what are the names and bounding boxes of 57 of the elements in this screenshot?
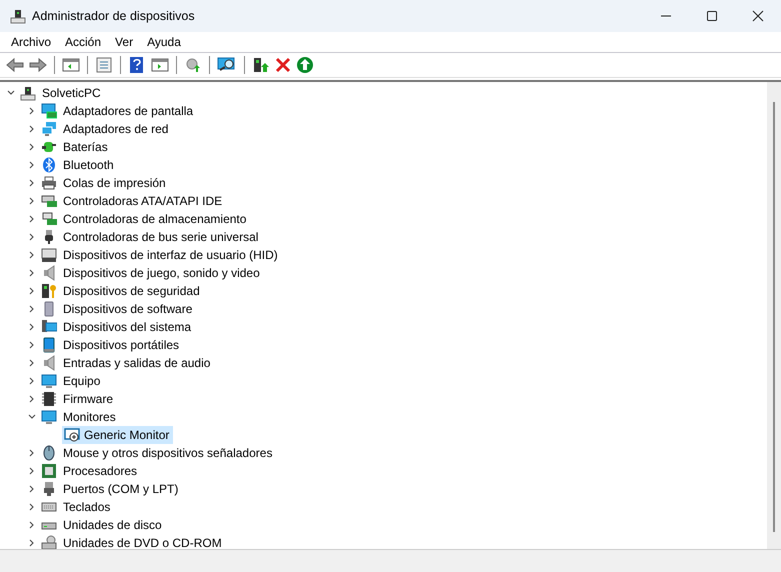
bluetooth-icon bbox=[41, 157, 57, 173]
tree-item[interactable]: SolveticPC bbox=[40, 85, 103, 101]
tree-item[interactable]: Controladoras ATA/ATAPI IDE bbox=[61, 193, 224, 209]
menu-item[interactable]: Ayuda bbox=[140, 32, 188, 52]
chip-icon bbox=[41, 463, 57, 479]
key-icon bbox=[41, 283, 57, 299]
tree-item[interactable]: Bluetooth bbox=[61, 157, 116, 173]
computer-icon bbox=[10, 8, 26, 24]
drive-icon bbox=[41, 535, 57, 549]
tree-item[interactable]: Equipo bbox=[61, 373, 102, 389]
close-icon bbox=[752, 10, 764, 22]
tree-item[interactable]: Dispositivos de interfaz de usuario (HID) bbox=[61, 247, 280, 263]
tree-item[interactable]: Controladoras de almacenamiento bbox=[61, 211, 248, 227]
monitor-icon bbox=[41, 319, 57, 335]
tree-item[interactable]: Dispositivos de seguridad bbox=[61, 283, 202, 299]
tree-item[interactable]: Puertos (COM y LPT) bbox=[61, 481, 180, 497]
plug-icon bbox=[41, 481, 57, 497]
chip-icon bbox=[41, 391, 57, 407]
menu-item[interactable]: Acción bbox=[58, 32, 108, 52]
tree-item[interactable]: Dispositivos del sistema bbox=[61, 319, 194, 335]
tree-item[interactable]: Generic Monitor bbox=[62, 426, 174, 444]
tree-item[interactable]: Mouse y otros dispositivos señaladores bbox=[61, 445, 274, 461]
monitor-icon bbox=[64, 427, 80, 443]
tree-item[interactable]: Unidades de DVD o CD-ROM bbox=[61, 535, 224, 549]
phone-icon bbox=[41, 337, 57, 353]
monitor-icon bbox=[41, 103, 57, 119]
tree-item[interactable]: Adaptadores de red bbox=[61, 121, 170, 137]
tree-item[interactable]: Dispositivos portátiles bbox=[61, 337, 182, 353]
speaker-icon bbox=[41, 265, 57, 281]
upload-button[interactable] bbox=[294, 54, 316, 76]
scrollbar[interactable] bbox=[767, 82, 781, 549]
tree-item[interactable]: Colas de impresión bbox=[61, 175, 168, 191]
monitor-icon bbox=[41, 409, 57, 425]
monitor-icon bbox=[41, 373, 57, 389]
tree-item[interactable]: Dispositivos de software bbox=[61, 301, 194, 317]
menu-item[interactable]: Archivo bbox=[4, 32, 58, 52]
tree-item[interactable]: Baterías bbox=[61, 139, 110, 155]
menu-item[interactable]: Ver bbox=[108, 32, 140, 52]
speaker-icon bbox=[41, 355, 57, 371]
tree-item[interactable]: Controladoras de bus serie universal bbox=[61, 229, 260, 245]
tree-item[interactable]: Teclados bbox=[61, 499, 112, 515]
network-icon bbox=[41, 121, 57, 137]
drive-icon bbox=[41, 211, 57, 227]
maximize-icon bbox=[706, 10, 718, 22]
window-title: Administrador de dispositivos bbox=[32, 9, 195, 23]
tree-item[interactable]: Monitores bbox=[61, 409, 118, 425]
drive-icon bbox=[41, 193, 57, 209]
tree-item[interactable]: Dispositivos de juego, sonido y video bbox=[61, 265, 262, 281]
tree-item[interactable]: Firmware bbox=[61, 391, 115, 407]
tree-item[interactable]: Unidades de disco bbox=[61, 517, 164, 533]
tree-item[interactable]: Adaptadores de pantalla bbox=[61, 103, 196, 119]
computer-icon bbox=[20, 85, 36, 101]
tree-item[interactable]: Procesadores bbox=[61, 463, 140, 479]
tree-item[interactable]: Entradas y salidas de audio bbox=[61, 355, 212, 371]
mouse-icon bbox=[41, 445, 57, 461]
plug-icon bbox=[41, 139, 57, 155]
printer-icon bbox=[41, 175, 57, 191]
